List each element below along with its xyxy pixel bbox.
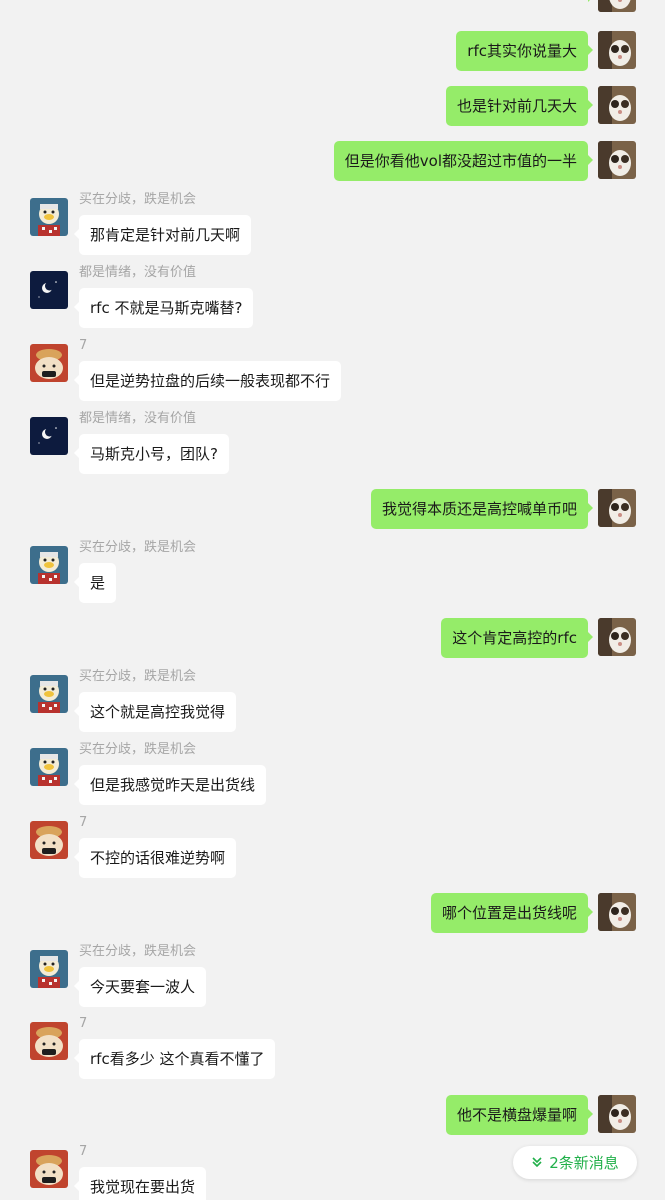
message-incoming: 买在分歧，跌是机会 这个就是高控我觉得 (0, 669, 665, 733)
message-bubble[interactable]: 今天要套一波人 (73, 967, 207, 1007)
cat-avatar[interactable] (598, 141, 636, 179)
cat-avatar[interactable] (598, 489, 636, 527)
message-outgoing: 这个肯定高控的rfc (0, 618, 665, 658)
message-incoming: 7 但是逆势拉盘的后续一般表现都不行 (0, 338, 665, 402)
sender-name: 买在分歧，跌是机会 (79, 192, 197, 207)
message-bubble[interactable]: 不控的话很难逆势啊 (73, 838, 237, 878)
message-bubble[interactable]: 我觉得本质还是高控喊单币吧 (370, 489, 594, 529)
message-bubble[interactable]: 马斯克小号，团队? (74, 434, 229, 474)
message-bubble[interactable]: 这个肯定高控的rfc (441, 618, 593, 658)
sender-name: 买在分歧，跌是机会 (79, 669, 197, 684)
sender-name: 买在分歧，跌是机会 (79, 742, 197, 757)
sender-name: 都是情绪，没有价值 (79, 411, 197, 426)
sender-name: 7 (79, 815, 88, 830)
cat-avatar[interactable] (598, 893, 636, 931)
message-outgoing: 但是你看他vol都没超过市值的一半 (0, 141, 665, 181)
bread-avatar[interactable] (30, 1022, 68, 1060)
cat-avatar[interactable] (598, 618, 636, 656)
message-outgoing: rfc其实你说量大 (0, 31, 665, 71)
bread-avatar[interactable] (30, 821, 68, 859)
message-incoming: 都是情绪，没有价值 马斯克小号，团队? (0, 411, 665, 475)
cat-avatar[interactable] (598, 0, 636, 12)
duck-avatar[interactable] (30, 748, 68, 786)
sender-name: 买在分歧，跌是机会 (79, 540, 197, 555)
message-incoming: 买在分歧，跌是机会 那肯定是针对前几天啊 (0, 192, 665, 256)
sender-name: 7 (79, 1144, 88, 1159)
bread-avatar[interactable] (30, 344, 68, 382)
message-bubble[interactable]: 哪个位置是出货线呢 (430, 893, 594, 933)
message-bubble[interactable]: 是 (73, 563, 117, 603)
moon-avatar[interactable] (30, 417, 68, 455)
message-bubble[interactable]: 这个就是高控我觉得 (73, 692, 237, 732)
message-bubble[interactable]: 他不是横盘爆量啊 (445, 1095, 594, 1135)
message-outgoing: 他不是横盘爆量啊 (0, 1095, 665, 1135)
message-incoming: 7 rfc看多少 这个真看不懂了 (0, 1016, 665, 1080)
cat-avatar[interactable] (598, 31, 636, 69)
message-outgoing: 也是针对前几天大 (0, 86, 665, 126)
cat-avatar[interactable] (598, 86, 636, 124)
double-chevron-down-icon (531, 1154, 543, 1172)
message-bubble[interactable]: 那肯定是针对前几天啊 (73, 215, 252, 255)
message-outgoing: 哪个位置是出货线呢 (0, 893, 665, 933)
message-incoming: 买在分歧，跌是机会 但是我感觉昨天是出货线 (0, 742, 665, 806)
message-bubble[interactable]: rfc看多少 这个真看不懂了 (73, 1039, 276, 1079)
message-bubble[interactable]: 但是逆势拉盘的后续一般表现都不行 (73, 361, 342, 401)
message-bubble[interactable]: rfc 不就是马斯克嘴替? (73, 288, 254, 328)
new-messages-button[interactable]: 2条新消息 (513, 1146, 637, 1179)
sender-name: 都是情绪，没有价值 (79, 265, 197, 280)
message-bubble[interactable]: 也是针对前几天大 (445, 86, 594, 126)
duck-avatar[interactable] (30, 198, 68, 236)
bread-avatar[interactable] (30, 1150, 68, 1188)
message-bubble[interactable]: 但是我感觉昨天是出货线 (73, 765, 267, 805)
message-bubble[interactable]: 我觉现在要出货 (73, 1167, 207, 1200)
sender-name: 7 (79, 338, 88, 353)
chat-message-list[interactable]: rfc其实你说量大 也是针对前几天大 但是你看他vol都没超过市值的一半 买在分… (0, 0, 665, 1200)
message-outgoing (0, 0, 665, 24)
new-messages-label: 2条新消息 (549, 1154, 619, 1172)
sender-name: 7 (79, 1016, 88, 1031)
moon-avatar[interactable] (30, 271, 68, 309)
sender-name: 买在分歧，跌是机会 (79, 944, 197, 959)
message-incoming: 买在分歧，跌是机会 是 (0, 540, 665, 604)
message-outgoing: 我觉得本质还是高控喊单币吧 (0, 489, 665, 529)
message-incoming: 都是情绪，没有价值 rfc 不就是马斯克嘴替? (0, 265, 665, 329)
cat-avatar[interactable] (598, 1095, 636, 1133)
duck-avatar[interactable] (30, 675, 68, 713)
duck-avatar[interactable] (30, 950, 68, 988)
duck-avatar[interactable] (30, 546, 68, 584)
message-incoming: 7 不控的话很难逆势啊 (0, 815, 665, 879)
message-bubble[interactable]: rfc其实你说量大 (456, 31, 593, 71)
message-bubble[interactable]: 但是你看他vol都没超过市值的一半 (333, 141, 594, 181)
message-incoming: 买在分歧，跌是机会 今天要套一波人 (0, 944, 665, 1008)
